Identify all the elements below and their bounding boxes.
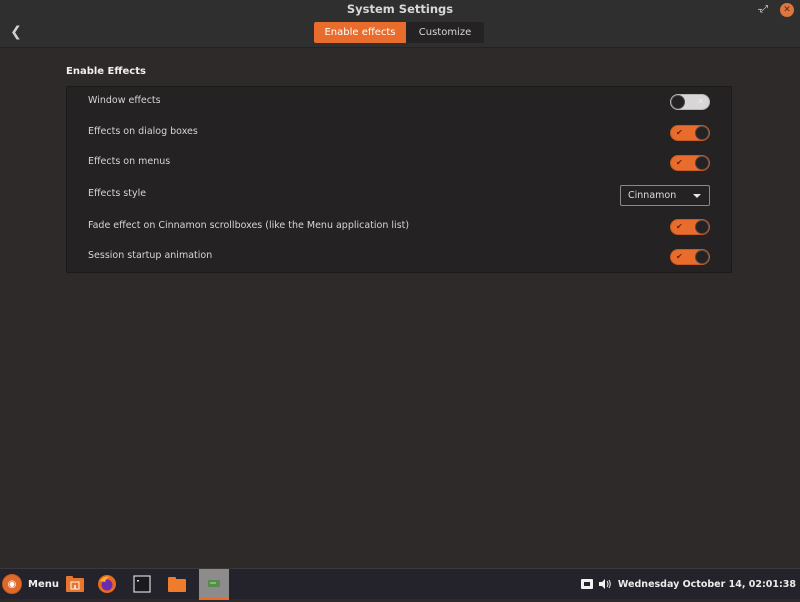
settings-window-task[interactable] [199,569,229,600]
dropdown-value: Cinnamon [628,190,677,201]
window-effects-switch[interactable]: ✕ [670,94,710,110]
clock[interactable]: Wednesday October 14, 02:01:38 [618,579,796,590]
files-icon [168,577,186,592]
setting-label: Effects on dialog boxes [88,126,198,137]
tab-switcher: Enable effects Customize [314,22,484,43]
setting-row-startup-animation: Session startup animation ✔ [67,242,731,272]
check-icon: ✔ [676,128,683,137]
check-icon: ✔ [676,158,683,167]
setting-row-menu-effects: Effects on menus ✔ [67,148,731,178]
maximize-button[interactable]: ⤢ [757,3,771,17]
caret-down-icon [693,194,701,198]
taskbar: ◉ Menu Wednesday October 14, 02:01:38 [0,568,800,600]
setting-row-effects-style: Effects style Cinnamon [67,180,731,210]
x-icon: ✕ [697,97,704,106]
settings-window-icon [208,580,220,587]
restore-icon: ⤢ [760,4,768,15]
switch-knob [695,156,709,170]
setting-label: Session startup animation [88,250,213,261]
window-title: System Settings [346,2,454,16]
firefox-launcher[interactable] [96,573,118,595]
terminal-icon [133,575,151,593]
menu-label: Menu [28,578,59,590]
files-launcher[interactable] [166,573,188,595]
effects-style-dropdown[interactable]: Cinnamon [620,185,710,206]
ubuntu-logo-icon: ◉ [2,574,22,594]
tab-enable-effects[interactable]: Enable effects [314,22,406,43]
system-tray: Wednesday October 14, 02:01:38 [580,575,796,593]
header-bar: System Settings ❮ Enable effects Customi… [0,0,800,48]
terminal-launcher[interactable] [131,573,153,595]
firefox-icon [98,575,116,593]
setting-row-fade-effect: Fade effect on Cinnamon scrollboxes (lik… [67,212,731,242]
setting-label: Fade effect on Cinnamon scrollboxes (lik… [88,220,410,231]
switch-knob [695,220,709,234]
setting-label: Window effects [88,95,161,106]
chevron-left-icon: ❮ [10,24,22,40]
switch-knob [671,95,685,109]
section-title: Enable Effects [66,66,146,77]
menu-effects-switch[interactable]: ✔ [670,155,710,171]
check-icon: ✔ [676,252,683,261]
setting-row-window-effects: Window effects ✕ [67,87,731,117]
network-wired-icon[interactable] [580,578,594,590]
back-button[interactable]: ❮ [8,22,24,42]
check-icon: ✔ [676,222,683,231]
folder-home-icon [66,576,84,592]
tab-customize[interactable]: Customize [406,22,484,43]
close-button[interactable]: ✕ [780,3,794,17]
folder-home-launcher[interactable] [64,573,86,595]
volume-icon[interactable] [598,578,612,590]
setting-label: Effects on menus [88,156,171,167]
menu-button[interactable]: ◉ Menu [2,572,59,596]
switch-knob [695,126,709,140]
setting-label: Effects style [88,188,147,199]
close-icon: ✕ [783,5,791,15]
setting-row-dialog-effects: Effects on dialog boxes ✔ [67,118,731,148]
system-settings-window: System Settings ❮ Enable effects Customi… [0,0,800,568]
fade-effect-switch[interactable]: ✔ [670,219,710,235]
settings-panel: Window effects ✕ Effects on dialog boxes… [66,86,732,273]
dialog-effects-switch[interactable]: ✔ [670,125,710,141]
switch-knob [695,250,709,264]
startup-animation-switch[interactable]: ✔ [670,249,710,265]
